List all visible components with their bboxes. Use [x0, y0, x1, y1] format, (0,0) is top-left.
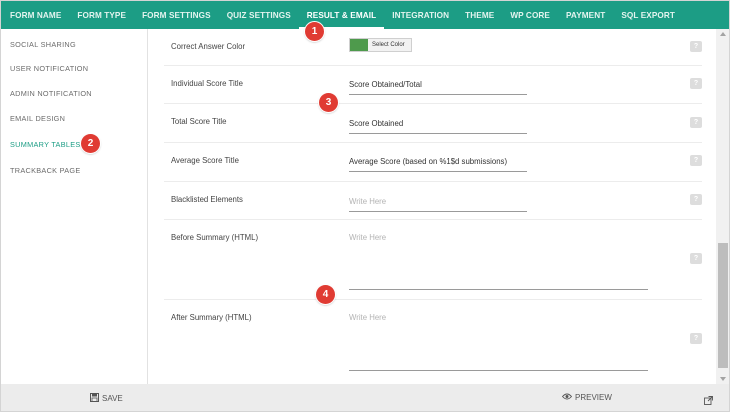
- tab-theme[interactable]: THEME: [457, 1, 502, 29]
- scroll-down-arrow-icon[interactable]: [720, 377, 726, 381]
- average-score-input[interactable]: Average Score (based on %1$d submissions…: [349, 157, 527, 172]
- row-total-score-title: Total Score Title Score Obtained ?: [164, 104, 702, 143]
- field-label: After Summary (HTML): [171, 313, 252, 322]
- before-summary-textarea[interactable]: Write Here: [349, 233, 648, 290]
- help-icon[interactable]: ?: [690, 333, 702, 344]
- sidebar-item-trackback-page[interactable]: TRACKBACK PAGE: [10, 166, 81, 175]
- settings-panel: Correct Answer Color Select Color ? Indi…: [148, 29, 716, 384]
- individual-score-input[interactable]: Score Obtained/Total: [349, 80, 527, 95]
- color-swatch: [350, 39, 368, 51]
- footer-bar: SAVE PREVIEW: [1, 384, 729, 411]
- sidebar-item-admin-notification[interactable]: ADMIN NOTIFICATION: [10, 89, 92, 98]
- callout-marker: 3: [319, 93, 338, 112]
- tab-integration[interactable]: INTEGRATION: [384, 1, 457, 29]
- eye-icon: [561, 393, 573, 402]
- preview-label: PREVIEW: [575, 393, 612, 402]
- field-label: Before Summary (HTML): [171, 233, 259, 242]
- callout-marker: 4: [316, 285, 335, 304]
- tab-form-name[interactable]: FORM NAME: [2, 1, 69, 29]
- help-icon[interactable]: ?: [690, 155, 702, 166]
- blacklisted-input[interactable]: Write Here: [349, 197, 527, 212]
- help-icon[interactable]: ?: [690, 253, 702, 264]
- row-average-score-title: Average Score Title Average Score (based…: [164, 143, 702, 182]
- scrollbar-thumb[interactable]: [718, 243, 728, 368]
- tab-quiz-settings[interactable]: QUIZ SETTINGS: [219, 1, 299, 29]
- sidebar-item-user-notification[interactable]: USER NOTIFICATION: [10, 64, 88, 73]
- sidebar-item-summary-tables[interactable]: SUMMARY TABLES: [10, 140, 81, 149]
- callout-marker: 2: [81, 134, 100, 153]
- field-label: Individual Score Title: [171, 79, 243, 88]
- save-button[interactable]: SAVE: [90, 393, 123, 404]
- help-icon[interactable]: ?: [690, 41, 702, 52]
- scroll-up-arrow-icon[interactable]: [720, 32, 726, 36]
- callout-marker: 1: [305, 22, 324, 41]
- row-correct-answer-color: Correct Answer Color Select Color ?: [164, 29, 702, 66]
- floppy-icon: [90, 393, 99, 404]
- row-after-summary: After Summary (HTML) Write Here ?: [164, 300, 702, 384]
- tab-payment[interactable]: PAYMENT: [558, 1, 613, 29]
- color-picker-button[interactable]: Select Color: [349, 38, 412, 52]
- help-icon[interactable]: ?: [690, 78, 702, 89]
- top-nav: FORM NAME FORM TYPE FORM SETTINGS QUIZ S…: [1, 1, 729, 29]
- field-label: Total Score Title: [171, 117, 227, 126]
- external-link-icon[interactable]: [704, 392, 713, 410]
- sidebar: SOCIAL SHARING USER NOTIFICATION ADMIN N…: [1, 29, 148, 384]
- tab-wp-core[interactable]: WP CORE: [502, 1, 558, 29]
- field-label: Blacklisted Elements: [171, 195, 243, 204]
- app-frame: FORM NAME FORM TYPE FORM SETTINGS QUIZ S…: [0, 0, 730, 412]
- tab-form-type[interactable]: FORM TYPE: [69, 1, 134, 29]
- save-label: SAVE: [102, 394, 123, 403]
- preview-button[interactable]: PREVIEW: [561, 393, 612, 402]
- help-icon[interactable]: ?: [690, 194, 702, 205]
- tab-sql-export[interactable]: SQL EXPORT: [613, 1, 683, 29]
- after-summary-textarea[interactable]: Write Here: [349, 313, 648, 371]
- sidebar-item-social-sharing[interactable]: SOCIAL SHARING: [10, 40, 76, 49]
- row-individual-score-title: Individual Score Title Score Obtained/To…: [164, 66, 702, 104]
- scrollbar[interactable]: [716, 29, 729, 384]
- tab-form-settings[interactable]: FORM SETTINGS: [134, 1, 219, 29]
- select-color-label: Select Color: [372, 42, 405, 48]
- total-score-input[interactable]: Score Obtained: [349, 119, 527, 134]
- field-label: Correct Answer Color: [171, 42, 246, 51]
- field-label: Average Score Title: [171, 156, 239, 165]
- help-icon[interactable]: ?: [690, 117, 702, 128]
- sidebar-item-email-design[interactable]: EMAIL DESIGN: [10, 114, 65, 123]
- row-before-summary: Before Summary (HTML) Write Here ?: [164, 220, 702, 300]
- row-blacklisted-elements: Blacklisted Elements Write Here ?: [164, 182, 702, 220]
